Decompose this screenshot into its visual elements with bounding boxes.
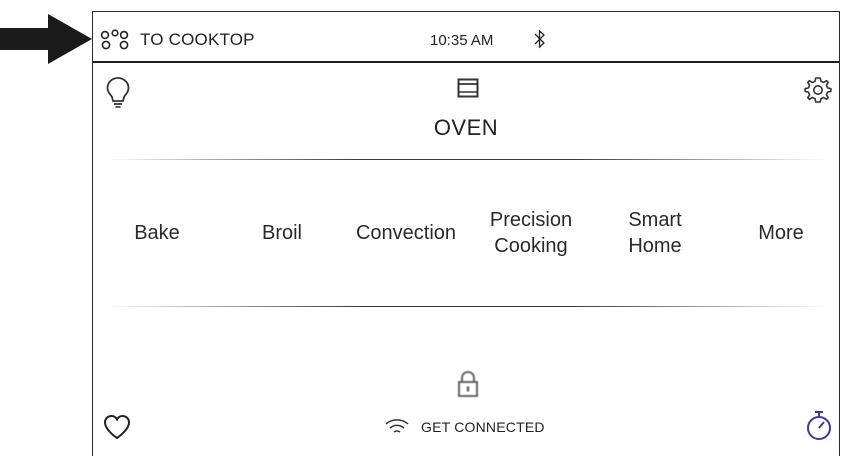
mode-label: More <box>758 222 804 244</box>
bluetooth-icon <box>534 29 545 49</box>
mode-smart-home-button[interactable]: Smart Home <box>593 162 717 304</box>
mode-broil-button[interactable]: Broil <box>220 162 344 304</box>
cooking-mode-menu: Bake Broil Convection Precision Cooking … <box>93 162 839 304</box>
arrow-right-icon <box>0 14 92 64</box>
burners-icon <box>100 29 129 50</box>
mode-label: Bake <box>134 222 180 244</box>
mode-label: Smart Home <box>628 209 682 257</box>
mode-precision-cooking-button[interactable]: Precision Cooking <box>469 162 593 304</box>
wifi-icon <box>385 419 409 433</box>
mode-bake-button[interactable]: Bake <box>95 162 219 304</box>
to-cooktop-label: TO COOKTOP <box>140 30 255 49</box>
mode-label: Broil <box>261 222 302 244</box>
divider <box>105 306 827 307</box>
lock-icon[interactable] <box>457 370 479 398</box>
status-bar: TO COOKTOP 10:35 AM <box>93 12 839 63</box>
oven-icon <box>457 78 479 98</box>
oven-control-screen: TO COOKTOP 10:35 AM OVEN Bake Broil Conv… <box>92 11 840 456</box>
heart-icon[interactable] <box>103 414 131 440</box>
mode-more-button[interactable]: More <box>719 162 843 304</box>
get-connected-label: GET CONNECTED <box>421 419 545 435</box>
mode-convection-button[interactable]: Convection <box>344 162 468 304</box>
timer-icon[interactable] <box>805 410 833 442</box>
lightbulb-icon[interactable] <box>105 76 131 108</box>
mode-label: Convection <box>355 222 457 244</box>
divider <box>105 159 827 160</box>
clock: 10:35 AM <box>430 32 494 49</box>
page-title: OVEN <box>433 115 499 140</box>
to-cooktop-button[interactable]: TO COOKTOP <box>100 29 255 51</box>
mode-label: Precision Cooking <box>489 209 573 257</box>
get-connected-button[interactable]: GET CONNECTED <box>383 416 545 438</box>
gear-icon[interactable] <box>803 75 833 105</box>
